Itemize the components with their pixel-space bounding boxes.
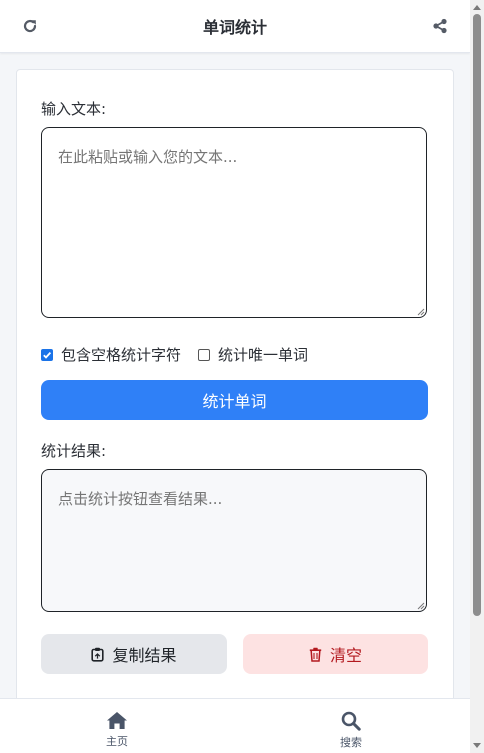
- text-input[interactable]: [41, 127, 427, 318]
- result-label: 统计结果:: [41, 442, 107, 460]
- options-row: 包含空格统计字符 统计唯一单词: [41, 344, 308, 365]
- clear-label: 清空: [329, 646, 362, 665]
- copy-result-button[interactable]: 复制结果: [41, 634, 227, 674]
- result-output[interactable]: [41, 469, 427, 612]
- clipboard-icon: [91, 647, 105, 662]
- refresh-icon: [23, 19, 37, 33]
- share-button[interactable]: [429, 15, 451, 37]
- word-count-card: 输入文本: 包含空格统计字符 统计唯一单词 统计单词 统计结果: [16, 69, 454, 731]
- share-icon: [433, 18, 447, 34]
- nav-item-home[interactable]: 主页: [87, 711, 147, 749]
- resize-grip-icon[interactable]: [417, 602, 425, 610]
- resize-grip-icon[interactable]: [417, 308, 425, 316]
- unique-words-option[interactable]: 统计唯一单词: [198, 344, 308, 365]
- check-icon: [43, 351, 52, 359]
- scrollbar-thumb[interactable]: [473, 14, 481, 616]
- app-header: 单词统计: [0, 0, 470, 53]
- bottom-nav: 主页 搜索: [0, 698, 470, 753]
- clear-button[interactable]: 清空: [243, 634, 428, 674]
- nav-label-home: 主页: [106, 735, 128, 748]
- input-label: 输入文本:: [41, 100, 107, 118]
- search-icon: [341, 711, 361, 731]
- count-words-button[interactable]: 统计单词: [41, 380, 428, 420]
- copy-result-label: 复制结果: [112, 646, 177, 665]
- unique-words-checkbox[interactable]: [198, 348, 211, 361]
- count-words-label: 统计单词: [202, 392, 267, 411]
- page-title: 单词统计: [202, 18, 267, 37]
- include-spaces-option[interactable]: 包含空格统计字符: [41, 344, 181, 365]
- nav-item-search[interactable]: 搜索: [321, 711, 381, 750]
- home-icon: [107, 712, 127, 729]
- unique-words-label: 统计唯一单词: [218, 346, 309, 364]
- page-scrollbar[interactable]: [470, 0, 484, 753]
- scroll-down-arrow-icon[interactable]: [473, 743, 481, 748]
- refresh-button[interactable]: [19, 15, 41, 37]
- nav-label-search: 搜索: [340, 736, 362, 749]
- include-spaces-checkbox[interactable]: [41, 348, 53, 361]
- include-spaces-label: 包含空格统计字符: [61, 346, 182, 364]
- trash-icon: [309, 647, 322, 662]
- scroll-up-arrow-icon[interactable]: [473, 5, 481, 10]
- app-root: 单词统计 输入文本: 包含: [0, 0, 484, 753]
